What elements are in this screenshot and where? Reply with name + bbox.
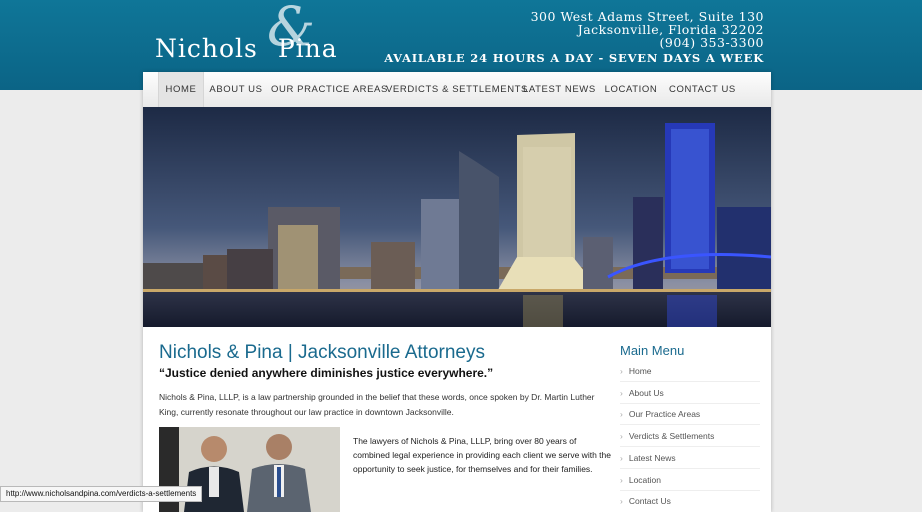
nav-verdicts-settlements[interactable]: VERDICTS & SETTLEMENTS [386,72,527,107]
chevron-right-icon: › [620,388,623,398]
sidebar-item-about-us[interactable]: › About Us [620,388,664,398]
sidebar-menu-title: Main Menu [620,343,685,358]
page-title: Nichols & Pina | Jacksonville Attorneys [159,342,485,363]
nav-contact-us[interactable]: CONTACT US [669,72,735,107]
experience-paragraph: The lawyers of Nichols & Pina, LLLP, bri… [353,436,611,474]
sidebar-item-verdicts-settlements[interactable]: › Verdicts & Settlements [620,431,714,441]
chevron-right-icon: › [620,366,623,376]
sidebar-item-practice-areas[interactable]: › Our Practice Areas [620,409,700,419]
nav-about-us[interactable]: ABOUT US [206,72,266,107]
hero-skyline-image [143,107,771,327]
browser-status-bar: http://www.nicholsandpina.com/verdicts-a… [0,486,203,502]
nav-practice-areas[interactable]: OUR PRACTICE AREAS [271,72,387,107]
sidebar-item-label: Our Practice Areas [628,409,701,419]
logo-name-right: Pina [277,34,338,63]
availability-text: Available 24 Hours a Day - Seven Days a … [384,51,764,65]
contact-block: 300 West Adams Street, Suite 130 Jackson… [384,10,764,65]
sidebar-divider [620,468,760,469]
chevron-right-icon: › [620,409,623,419]
sidebar-item-label: Home [628,366,652,376]
chevron-right-icon: › [620,431,623,441]
main-panel: HOME ABOUT US OUR PRACTICE AREAS VERDICT… [143,72,771,512]
nav-home[interactable]: HOME [158,72,204,107]
page-quote: “Justice denied anywhere diminishes just… [159,366,494,380]
phone-number[interactable]: (904) 353-3300 [384,36,764,49]
main-nav: HOME ABOUT US OUR PRACTICE AREAS VERDICT… [143,72,771,108]
sidebar-divider [620,424,760,425]
nav-location[interactable]: LOCATION [601,72,661,107]
chevron-right-icon: › [620,496,623,506]
sidebar-item-home[interactable]: › Home [620,366,652,376]
nav-latest-news[interactable]: LATEST NEWS [523,72,595,107]
chevron-right-icon: › [620,453,623,463]
chevron-right-icon: › [620,475,623,485]
sidebar-item-label: Latest News [628,453,676,463]
logo-text: Nichols Pina [155,34,338,63]
sidebar-item-location[interactable]: › Location [620,475,661,485]
sidebar-item-label: Contact Us [628,496,671,506]
sidebar-divider [620,381,760,382]
sidebar-item-label: Verdicts & Settlements [628,431,715,441]
sidebar-item-label: Location [628,475,661,485]
sidebar-item-label: About Us [628,388,664,398]
sidebar-divider [620,403,760,404]
skyline-illustration [143,107,771,327]
intro-paragraph: Nichols & Pina, LLLP, is a law partnersh… [159,392,595,417]
logo-name-left: Nichols [155,34,258,63]
site-logo[interactable]: & Nichols Pina [155,0,365,74]
sidebar-divider [620,490,760,491]
sidebar-item-latest-news[interactable]: › Latest News [620,453,676,463]
sidebar-item-contact-us[interactable]: › Contact Us [620,496,671,506]
sidebar-divider [620,446,760,447]
